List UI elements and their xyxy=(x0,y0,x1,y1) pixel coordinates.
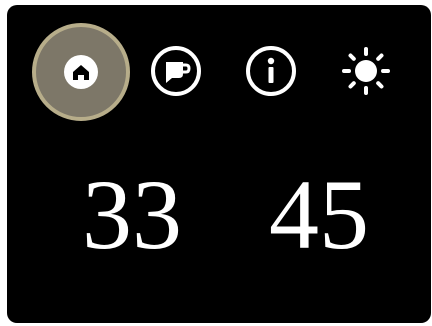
device-panel: 33 45 xyxy=(7,5,431,323)
info-icon xyxy=(246,46,296,96)
sun-icon xyxy=(342,47,390,95)
left-value: 33 xyxy=(82,159,182,270)
mug-icon xyxy=(151,46,201,96)
home-icon xyxy=(64,55,98,89)
info-button[interactable] xyxy=(245,45,297,97)
sun-button[interactable] xyxy=(340,45,392,97)
mug-button[interactable] xyxy=(150,45,202,97)
right-value: 45 xyxy=(269,159,369,270)
home-button[interactable] xyxy=(32,23,130,121)
